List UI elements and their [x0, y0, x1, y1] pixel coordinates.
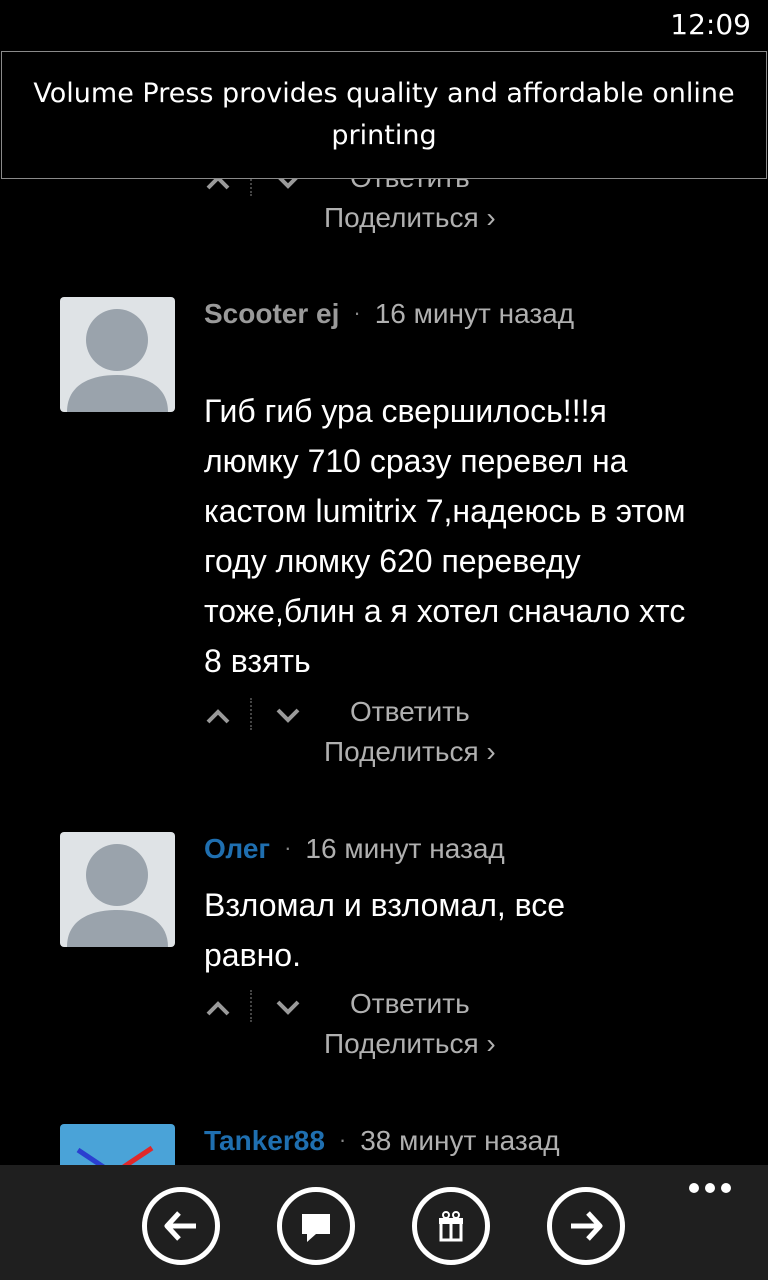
clock: 12:09 [670, 8, 751, 41]
comment-time: 38 минут назад [360, 1125, 560, 1156]
more-dots-icon[interactable] [688, 1182, 732, 1194]
reply-link[interactable]: Ответить [350, 696, 470, 728]
vote-divider [250, 990, 252, 1022]
forward-button[interactable] [547, 1187, 625, 1265]
comment-header: Олег · 16 минут назад [204, 833, 505, 869]
gift-icon [439, 1211, 463, 1242]
comment-time: 16 минут назад [305, 833, 505, 864]
comment-author[interactable]: Scooter ej [204, 298, 339, 329]
comment-text: Взломал и взломал, все равно. [204, 887, 566, 973]
avatar[interactable] [60, 1124, 175, 1165]
share-link[interactable]: Поделиться › [324, 736, 496, 768]
comment-author[interactable]: Tanker88 [204, 1125, 325, 1156]
default-user-icon [67, 844, 168, 947]
vote-divider [250, 698, 252, 730]
app-bar [0, 1165, 768, 1280]
back-arrow-icon [164, 1211, 196, 1241]
reply-link[interactable]: Ответить [350, 988, 470, 1020]
gift-button[interactable] [412, 1187, 490, 1265]
downvote-icon[interactable] [274, 702, 302, 730]
upvote-icon[interactable] [204, 702, 232, 730]
avatar[interactable] [60, 297, 175, 412]
comment-text: Гиб гиб ура свершилось!!!я люмку 710 сра… [204, 393, 686, 679]
separator-dot: · [338, 1127, 347, 1152]
share-link[interactable]: Поделиться › [324, 1028, 496, 1060]
comment-button[interactable] [277, 1187, 355, 1265]
separator-dot: · [284, 835, 292, 860]
avatar[interactable] [60, 832, 175, 947]
ad-banner[interactable]: Volume Press provides quality and afford… [1, 51, 767, 179]
avatar-logo-icon [76, 1145, 154, 1165]
comment-header: Tanker88 · 38 минут назад [204, 1125, 560, 1161]
default-user-icon [67, 309, 168, 412]
downvote-icon[interactable] [274, 994, 302, 1022]
separator-dot: · [353, 300, 361, 325]
comment-time: 16 минут назад [374, 298, 575, 329]
upvote-icon[interactable] [204, 994, 232, 1022]
comment-icon [302, 1214, 330, 1242]
status-bar: 12:09 [0, 0, 768, 50]
comment-header: Scooter ej · 16 минут назад [204, 298, 574, 334]
comment-author[interactable]: Олег [204, 833, 270, 864]
forward-arrow-icon [571, 1211, 603, 1241]
share-link[interactable]: Поделиться › [324, 202, 496, 234]
back-button[interactable] [142, 1187, 220, 1265]
